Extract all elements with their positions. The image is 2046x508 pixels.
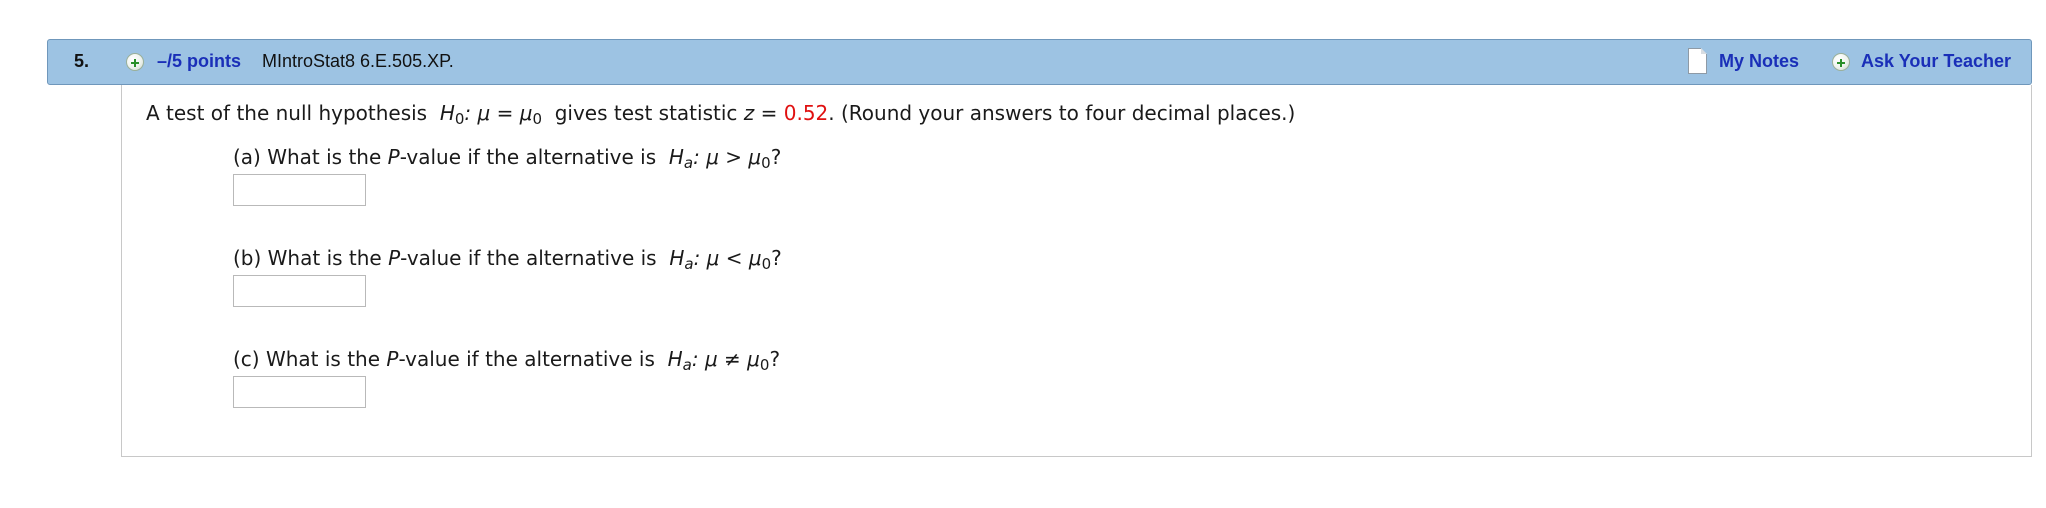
hypothesis-symbol: H [668, 145, 684, 169]
subscript-a: a [683, 154, 694, 172]
part-b-question: (b) What is the P-value if the alternati… [233, 246, 782, 273]
subscript-a: a [682, 356, 692, 374]
part-c-answer-input[interactable] [233, 376, 366, 408]
subscript-zero: 0 [761, 255, 772, 273]
part-a-label: (a) What is the [233, 145, 382, 169]
part-a-relation: : μ > μ [693, 145, 762, 169]
equals-sign: = [760, 101, 778, 125]
part-b-relation: : μ < μ [693, 246, 762, 270]
part-c-label: (c) What is the [233, 347, 381, 371]
intro-text-1: A test of the null hypothesis [146, 101, 428, 125]
question-source: MIntroStat8 6.E.505.XP. [262, 51, 454, 71]
part-b-answer-input[interactable] [233, 275, 366, 307]
subscript-zero: 0 [761, 154, 771, 172]
subscript-zero: 0 [759, 356, 770, 374]
part-b-label: (b) What is the [233, 246, 382, 270]
part-a-mid: -value if the alternative is [399, 145, 657, 169]
hypothesis-symbol: H [669, 246, 685, 270]
question-mark: ? [771, 246, 782, 270]
null-relation: : μ = μ [464, 101, 533, 125]
p-symbol: P [386, 347, 399, 371]
subscript-zero: 0 [454, 110, 465, 128]
question-header: 5. –/5 points MIntroStat8 6.E.505.XP. My… [47, 39, 2032, 85]
hypothesis-symbol: H [667, 347, 683, 371]
notes-icon[interactable] [1688, 48, 1707, 74]
expand-plus-icon[interactable] [126, 53, 144, 71]
ask-teacher-plus-icon[interactable] [1832, 53, 1850, 71]
question-intro: A test of the null hypothesis H0: μ = μ0… [146, 101, 1295, 128]
question-mark: ? [769, 347, 781, 371]
part-a-answer-input[interactable] [233, 174, 366, 206]
p-symbol: P [387, 145, 400, 169]
part-a-question: (a) What is the P-value if the alternati… [233, 145, 781, 172]
part-b-mid: -value if the alternative is [400, 246, 657, 270]
intro-text-3: . (Round your answers to four decimal pl… [828, 101, 1296, 125]
part-c-mid: -value if the alternative is [398, 347, 655, 371]
p-symbol: P [388, 246, 401, 270]
z-symbol: z [743, 101, 755, 125]
points-link[interactable]: –/5 points [157, 51, 241, 72]
subscript-a: a [684, 255, 694, 273]
hypothesis-symbol: H [439, 101, 455, 125]
subscript-zero: 0 [532, 110, 542, 128]
question-mark: ? [770, 145, 782, 169]
part-c-question: (c) What is the P-value if the alternati… [233, 347, 780, 374]
intro-text-2: gives test statistic [554, 101, 738, 125]
z-statistic-value: 0.52 [783, 101, 829, 125]
question-number: 5. [74, 51, 90, 71]
my-notes-link[interactable]: My Notes [1719, 51, 1799, 72]
ask-teacher-link[interactable]: Ask Your Teacher [1861, 51, 2011, 72]
part-c-relation: : μ ≠ μ [691, 347, 760, 371]
